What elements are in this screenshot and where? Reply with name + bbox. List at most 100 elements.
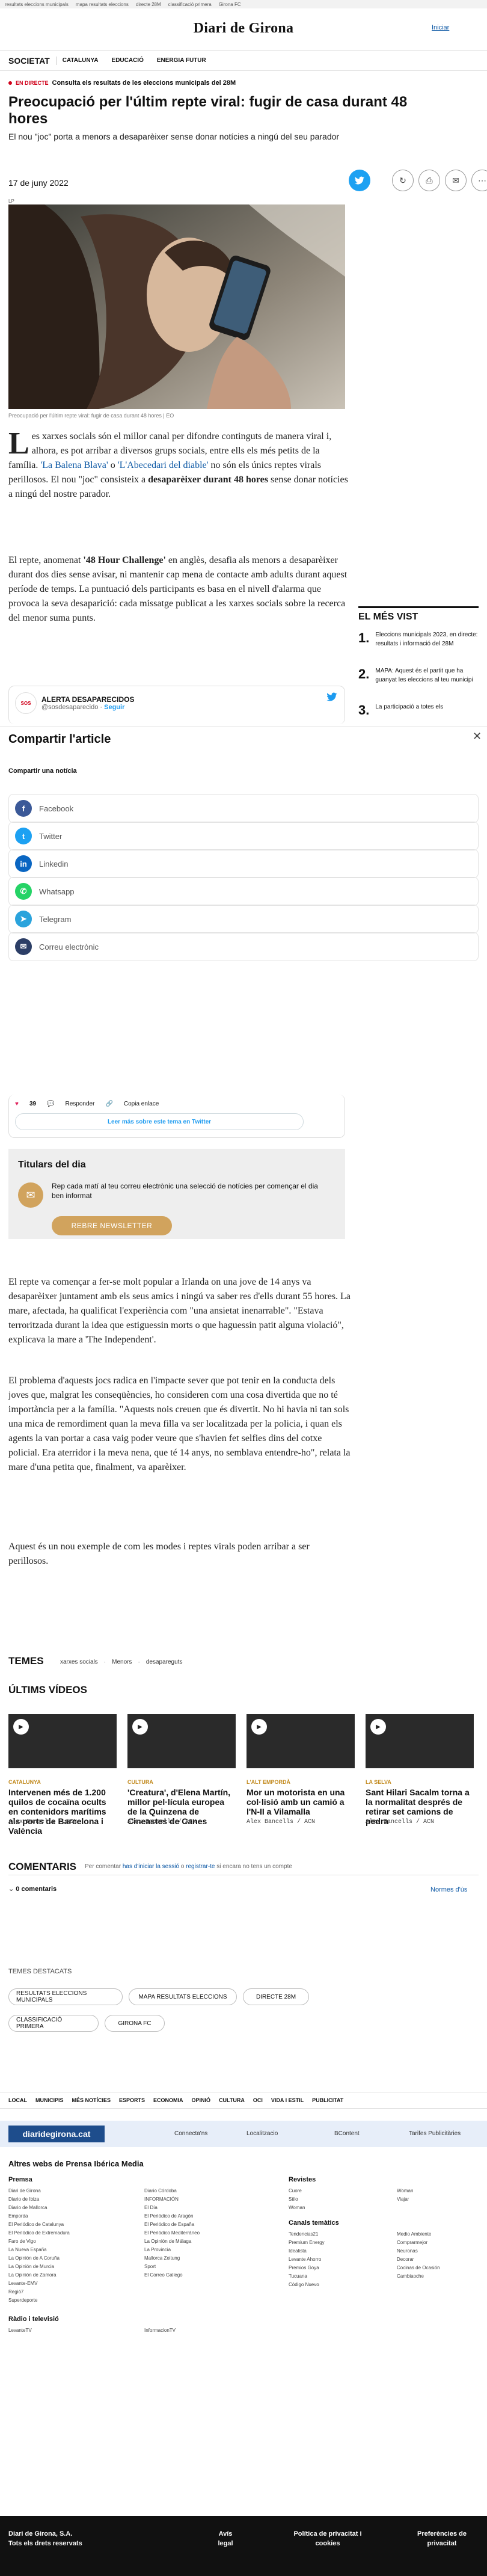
- publication-link[interactable]: Diario Córdoba: [144, 2187, 265, 2195]
- link-abecedari[interactable]: 'L'Abecedari del diable': [118, 460, 209, 470]
- publication-link[interactable]: La Provincia: [144, 2246, 265, 2254]
- footer-nav-item[interactable]: MÉS NOTÍCIES: [72, 2097, 111, 2103]
- most-viewed-headline[interactable]: Eleccions municipals 2023, en directe: r…: [375, 630, 479, 648]
- newsletter-subscribe-button[interactable]: REBRE NEWSLETTER: [52, 1216, 172, 1235]
- footer-nav-item[interactable]: OPINIÓ: [192, 2097, 211, 2103]
- publication-link[interactable]: Emporda: [8, 2212, 129, 2221]
- comments-count[interactable]: ⌄ 0 comentaris: [8, 1885, 57, 1893]
- share-option-telegram[interactable]: ➤ Telegram: [8, 905, 479, 933]
- publication-link[interactable]: Woman: [397, 2187, 475, 2195]
- twitter-share-icon[interactable]: [349, 170, 370, 191]
- twitter-bird-icon[interactable]: [326, 692, 337, 704]
- publication-link[interactable]: Tucuana: [289, 2272, 379, 2281]
- featured-topic-pill[interactable]: RESULTATS ELECCIONS MUNICIPALS: [8, 1988, 123, 2005]
- footer-nav-item[interactable]: PUBLICITAT: [312, 2097, 343, 2103]
- publication-link[interactable]: El Periódico Mediterráneo: [144, 2229, 265, 2237]
- tweet-copy-link[interactable]: Copia enlace: [124, 1101, 159, 1107]
- footer-nav-item[interactable]: ECONOMIA: [153, 2097, 183, 2103]
- publication-link[interactable]: Neuronas: [397, 2247, 475, 2255]
- publication-link[interactable]: Viajar: [397, 2195, 475, 2204]
- publication-link[interactable]: La Opinión de Zamora: [8, 2271, 129, 2279]
- comments-icon[interactable]: ↻: [392, 170, 414, 191]
- video-title[interactable]: Intervenen més de 1.200 quilos de cocaïn…: [8, 1788, 117, 1836]
- share-option-correu-electr-nic[interactable]: ✉ Correu electrònic: [8, 932, 479, 961]
- publication-link[interactable]: La Opinión de Málaga: [144, 2237, 265, 2246]
- publication-link[interactable]: El Periódico de España: [144, 2221, 265, 2229]
- publication-link[interactable]: La Nueva España: [8, 2246, 129, 2254]
- print-icon[interactable]: ⎙: [418, 170, 440, 191]
- featured-topic-pill[interactable]: DIRECTE 28M: [243, 1988, 309, 2005]
- publication-link[interactable]: Superdeporte: [8, 2296, 129, 2305]
- tag-link[interactable]: Menors: [112, 1659, 132, 1665]
- video-thumbnail[interactable]: ▶: [247, 1714, 355, 1768]
- publication-link[interactable]: Premium Energy: [289, 2239, 379, 2247]
- publication-link[interactable]: Stilo: [289, 2195, 379, 2204]
- publication-link[interactable]: Woman: [289, 2204, 379, 2212]
- strip-link[interactable]: Localitzacio: [247, 2130, 278, 2137]
- publication-link[interactable]: InformacionTV: [144, 2326, 265, 2335]
- strip-link[interactable]: Tarifes Publicitàries: [409, 2130, 461, 2137]
- publication-link[interactable]: El Correo Gallego: [144, 2271, 265, 2279]
- publication-link[interactable]: La Opinión de Murcia: [8, 2263, 129, 2271]
- publication-link[interactable]: Diari de Girona: [8, 2187, 129, 2195]
- publication-link[interactable]: El Periódico de Aragón: [144, 2212, 265, 2221]
- most-viewed-item[interactable]: 3. La participació a totes els: [358, 702, 479, 718]
- most-viewed-item[interactable]: 1. Eleccions municipals 2023, en directe:…: [358, 630, 479, 648]
- publication-link[interactable]: Diario de Ibiza: [8, 2195, 129, 2204]
- footer-nav-item[interactable]: OCI: [253, 2097, 263, 2103]
- comments-rules-link[interactable]: Normes d'ús: [430, 1886, 467, 1893]
- publication-link[interactable]: Cocinas de Ocasión: [397, 2264, 475, 2272]
- publication-link[interactable]: Cuore: [289, 2187, 379, 2195]
- publication-link[interactable]: El Periódico de Extremadura: [8, 2229, 129, 2237]
- publication-link[interactable]: Levante Ahorro: [289, 2255, 379, 2264]
- publication-link[interactable]: LevanteTV: [8, 2326, 129, 2335]
- share-option-facebook[interactable]: f Facebook: [8, 794, 479, 823]
- most-viewed-headline[interactable]: MAPA: Aquest és el partit que ha guanyat…: [375, 666, 479, 684]
- section-name[interactable]: SOCIETAT: [8, 56, 50, 66]
- publication-link[interactable]: Levante-EMV: [8, 2279, 129, 2288]
- publication-link[interactable]: Sport: [144, 2263, 265, 2271]
- video-thumbnail[interactable]: ▶: [127, 1714, 236, 1768]
- tweet-handle[interactable]: @sosdesaparecido: [41, 704, 98, 711]
- topbar-link[interactable]: classificació primera: [168, 2, 212, 7]
- site-logo[interactable]: Diari de Girona: [168, 20, 319, 37]
- footer-privacy-link[interactable]: Política de privacitat i cookies: [289, 2529, 367, 2548]
- link-icon[interactable]: 🔗: [105, 1101, 112, 1107]
- play-icon[interactable]: ▶: [13, 1719, 29, 1735]
- topbar-link[interactable]: directe 28M: [136, 2, 161, 7]
- share-option-linkedin[interactable]: in Linkedin: [8, 849, 479, 878]
- video-thumbnail[interactable]: ▶: [366, 1714, 474, 1768]
- most-viewed-headline[interactable]: La participació a totes els: [375, 702, 443, 718]
- publication-link[interactable]: El Periódico de Catalunya: [8, 2221, 129, 2229]
- publication-link[interactable]: INFORMACIÓN: [144, 2195, 265, 2204]
- tweet-read-more[interactable]: Leer más sobre este tema en Twitter: [15, 1113, 304, 1130]
- publication-link[interactable]: Faro de Vigo: [8, 2237, 129, 2246]
- publication-link[interactable]: Idealista: [289, 2247, 379, 2255]
- video-title[interactable]: Mor un motorista en una col·lisió amb un…: [247, 1788, 355, 1816]
- register-link[interactable]: registrar-te: [186, 1863, 215, 1870]
- tag-link[interactable]: desapareguts: [146, 1659, 183, 1665]
- link-balena-blava[interactable]: 'La Balena Blava': [40, 460, 108, 470]
- topbar-link[interactable]: mapa resultats eleccions: [76, 2, 129, 7]
- publication-link[interactable]: Código Nuevo: [289, 2281, 379, 2289]
- play-icon[interactable]: ▶: [370, 1719, 386, 1735]
- publication-link[interactable]: Regió7: [8, 2288, 129, 2296]
- nav-item-educacio[interactable]: EDUCACIÓ: [112, 57, 144, 64]
- play-icon[interactable]: ▶: [132, 1719, 148, 1735]
- featured-topic-pill[interactable]: CLASSIFICACIÓ PRIMERA: [8, 2015, 99, 2032]
- publication-link[interactable]: Decorar: [397, 2255, 475, 2264]
- publication-link[interactable]: Mallorca Zeitung: [144, 2254, 265, 2263]
- footer-nav-item[interactable]: VIDA I ESTIL: [271, 2097, 304, 2103]
- publication-link[interactable]: El Día: [144, 2204, 265, 2212]
- publication-link[interactable]: Cambiaoche: [397, 2272, 475, 2281]
- publication-link[interactable]: La Opinión de A Coruña: [8, 2254, 129, 2263]
- topbar-link[interactable]: Girona FC: [219, 2, 241, 7]
- featured-topic-pill[interactable]: GIRONA FC: [105, 2015, 165, 2032]
- footer-nav-item[interactable]: LOCAL: [8, 2097, 27, 2103]
- share-option-whatsapp[interactable]: ✆ Whatsapp: [8, 877, 479, 906]
- brand-strip-logo[interactable]: diaridegirona.cat: [8, 2126, 105, 2142]
- footer-legal-link[interactable]: Avís legal: [210, 2529, 240, 2548]
- live-ticker[interactable]: EN DIRECTE Consulta els resultats de les…: [8, 77, 479, 89]
- share-icon[interactable]: ⋯: [471, 170, 487, 191]
- publication-link[interactable]: Premios Goya: [289, 2264, 379, 2272]
